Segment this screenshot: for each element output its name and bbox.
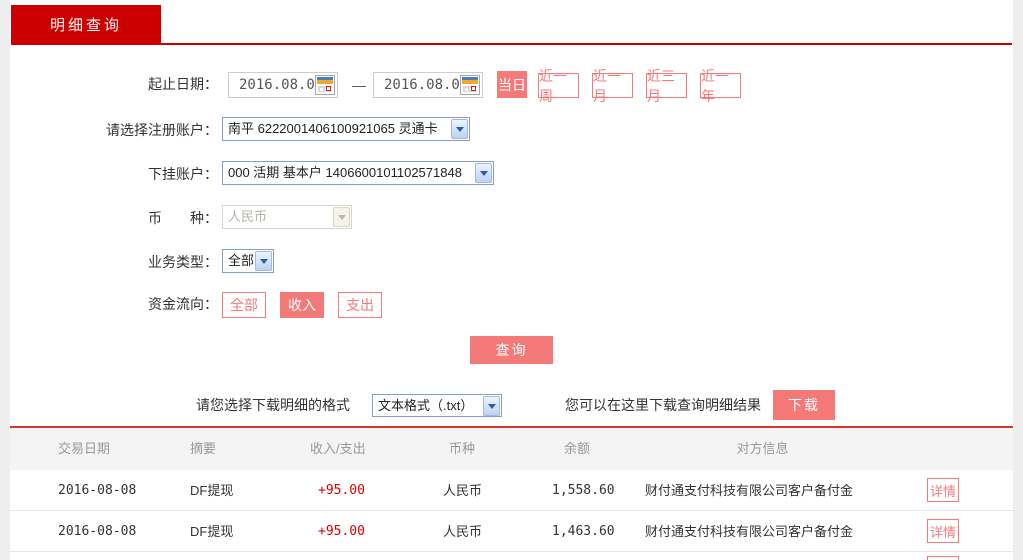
business-type-select[interactable]: 全部	[222, 249, 274, 273]
date-range-label: 起止日期：	[148, 76, 218, 92]
cell-currency: 人民币	[443, 524, 483, 539]
cell-counterparty: 财付通支付科技有限公司客户备付金	[645, 483, 854, 498]
calendar-icon[interactable]	[460, 75, 480, 95]
download-format-select[interactable]: 文本格式（.txt）	[372, 394, 502, 417]
cell-balance: 1,558.60	[552, 483, 615, 498]
register-account-label: 请选择注册账户：	[106, 122, 218, 138]
tab-detail-query[interactable]: 明细查询	[11, 5, 161, 43]
col-header-currency: 币种	[449, 441, 476, 456]
end-date-value: 2016.08.08	[384, 77, 469, 93]
date-range-separator: —	[352, 77, 366, 93]
quick-range-3months-button[interactable]: 近三月	[646, 68, 687, 104]
calendar-icon[interactable]	[315, 75, 335, 95]
chevron-down-icon	[333, 207, 350, 227]
download-format-label: 请您选择下载明细的格式	[196, 397, 350, 413]
table-header-row: 交易日期 摘要 收入/支出 币种 余额 对方信息	[10, 428, 1013, 470]
cell-summary: DF提现	[190, 483, 234, 498]
cell-amount: +95.00	[318, 524, 365, 539]
cell-balance: 1,463.60	[552, 524, 615, 539]
chevron-down-icon	[451, 119, 468, 139]
cell-currency: 人民币	[443, 483, 483, 498]
business-type-label: 业务类型：	[148, 254, 218, 270]
col-header-amount: 收入/支出	[310, 441, 366, 456]
download-row: 请您选择下载明细的格式 文本格式（.txt） 您可以在这里下载查询明细结果 下载	[10, 390, 1013, 420]
fund-flow-income-button[interactable]: 收入	[280, 292, 324, 318]
tab-underline	[11, 43, 1012, 45]
cell-amount: +95.00	[318, 483, 365, 498]
fund-flow-label: 资金流向：	[148, 296, 218, 312]
page: 明细查询 起止日期： 2016.08.08 — 2016.08.08 当日 近一…	[0, 0, 1023, 560]
cell-counterparty: 财付通支付科技有限公司客户备付金	[645, 524, 854, 539]
end-date-input[interactable]: 2016.08.08	[373, 72, 483, 98]
chevron-down-icon	[255, 251, 272, 271]
chevron-down-icon	[475, 163, 492, 183]
chevron-down-icon	[483, 396, 500, 416]
table-body: 2016-08-08 DF提现 +95.00 人民币 1,558.60 财付通支…	[10, 470, 1013, 560]
detail-button[interactable]: 详情	[927, 519, 959, 543]
detail-button[interactable]: 详情	[927, 556, 959, 560]
table-row: 2016-08-08 DF提现 +95.00 人民币 1,463.60 财付通支…	[10, 511, 1013, 552]
fund-flow-all-button[interactable]: 全部	[222, 292, 266, 318]
quick-range-year-button[interactable]: 近一年	[700, 68, 741, 104]
fund-flow-row: 资金流向： 全部 收入 支出	[10, 291, 1013, 319]
sub-account-label: 下挂账户：	[148, 166, 218, 182]
start-date-input[interactable]: 2016.08.08	[228, 72, 338, 98]
content-panel: 明细查询 起止日期： 2016.08.08 — 2016.08.08 当日 近一…	[10, 0, 1013, 560]
quick-range-week-button[interactable]: 近一周	[538, 68, 579, 104]
col-header-summary: 摘要	[190, 441, 217, 456]
col-header-counterparty: 对方信息	[736, 441, 789, 456]
col-header-balance: 余额	[564, 441, 591, 456]
quick-range-today-button[interactable]: 当日	[497, 71, 527, 98]
currency-select: 人民币	[222, 205, 352, 229]
table-row: 详情	[10, 552, 1013, 560]
register-account-select[interactable]: 南平 6222001406100921065 灵通卡	[222, 117, 470, 141]
sub-account-select[interactable]: 000 活期 基本户 1406600101102571848	[222, 161, 494, 185]
quick-range-month-button[interactable]: 近一月	[592, 68, 633, 104]
download-hint: 您可以在这里下载查询明细结果	[565, 397, 761, 413]
register-account-row: 请选择注册账户： 南平 6222001406100921065 灵通卡	[10, 117, 1013, 141]
detail-button[interactable]: 详情	[927, 478, 959, 502]
query-button[interactable]: 查询	[470, 336, 553, 364]
col-header-date: 交易日期	[58, 441, 111, 456]
table-row: 2016-08-08 DF提现 +95.00 人民币 1,558.60 财付通支…	[10, 470, 1013, 511]
cell-summary: DF提现	[190, 524, 234, 539]
sub-account-row: 下挂账户： 000 活期 基本户 1406600101102571848	[10, 161, 1013, 185]
currency-label: 币 种：	[148, 210, 218, 226]
results-table: 交易日期 摘要 收入/支出 币种 余额 对方信息 2016-08-08 DF提现…	[10, 426, 1013, 560]
date-range-row: 起止日期： 2016.08.08 — 2016.08.08 当日 近一周 近一月…	[10, 68, 1013, 104]
business-type-row: 业务类型： 全部	[10, 249, 1013, 273]
download-button[interactable]: 下载	[773, 390, 835, 420]
fund-flow-expense-button[interactable]: 支出	[338, 292, 382, 318]
start-date-value: 2016.08.08	[239, 77, 324, 93]
currency-row: 币 种： 人民币	[10, 205, 1013, 229]
cell-date: 2016-08-08	[58, 483, 137, 498]
cell-date: 2016-08-08	[58, 524, 137, 539]
